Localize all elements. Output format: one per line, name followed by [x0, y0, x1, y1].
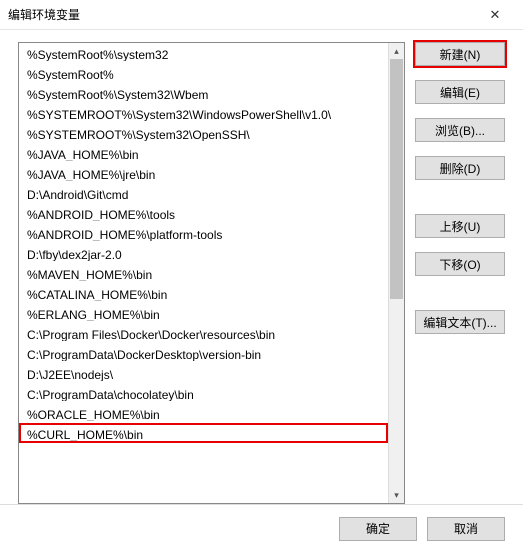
scroll-thumb[interactable]: [390, 59, 403, 299]
delete-button[interactable]: 删除(D): [415, 156, 505, 180]
move-down-button[interactable]: 下移(O): [415, 252, 505, 276]
ok-button[interactable]: 确定: [339, 517, 417, 541]
list-item[interactable]: D:\Android\Git\cmd: [19, 183, 388, 203]
close-button[interactable]: ✕: [475, 0, 515, 29]
list-item[interactable]: D:\fby\dex2jar-2.0: [19, 243, 388, 263]
titlebar: 编辑环境变量 ✕: [0, 0, 523, 30]
list-item[interactable]: %CATALINA_HOME%\bin: [19, 283, 388, 303]
close-icon: ✕: [490, 7, 501, 23]
list-item[interactable]: C:\Program Files\Docker\Docker\resources…: [19, 323, 388, 343]
list-item[interactable]: %JAVA_HOME%\bin: [19, 143, 388, 163]
browse-button[interactable]: 浏览(B)...: [415, 118, 505, 142]
edit-text-button[interactable]: 编辑文本(T)...: [415, 310, 505, 334]
content-area: %SystemRoot%\system32%SystemRoot%%System…: [0, 30, 523, 504]
window-title: 编辑环境变量: [8, 6, 475, 23]
list-item[interactable]: %ORACLE_HOME%\bin: [19, 403, 388, 423]
list-item[interactable]: %SYSTEMROOT%\System32\OpenSSH\: [19, 123, 388, 143]
list-item[interactable]: %ANDROID_HOME%\platform-tools: [19, 223, 388, 243]
list-item[interactable]: %ERLANG_HOME%\bin: [19, 303, 388, 323]
list-item[interactable]: C:\ProgramData\DockerDesktop\version-bin: [19, 343, 388, 363]
scroll-down-arrow[interactable]: ▾: [389, 487, 404, 503]
edit-button[interactable]: 编辑(E): [415, 80, 505, 104]
list-item[interactable]: D:\J2EE\nodejs\: [19, 363, 388, 383]
new-button[interactable]: 新建(N): [415, 42, 505, 66]
list-item[interactable]: %SystemRoot%\System32\Wbem: [19, 83, 388, 103]
buttons-column: 新建(N) 编辑(E) 浏览(B)... 删除(D) 上移(U) 下移(O) 编…: [415, 42, 505, 504]
scroll-up-arrow[interactable]: ▴: [389, 43, 404, 59]
list-item[interactable]: C:\ProgramData\chocolatey\bin: [19, 383, 388, 403]
path-list[interactable]: %SystemRoot%\system32%SystemRoot%%System…: [18, 42, 405, 504]
cancel-button[interactable]: 取消: [427, 517, 505, 541]
list-item[interactable]: %CURL_HOME%\bin: [19, 423, 388, 443]
list-item[interactable]: %ANDROID_HOME%\tools: [19, 203, 388, 223]
scrollbar[interactable]: ▴ ▾: [388, 43, 404, 503]
list-item[interactable]: %JAVA_HOME%\jre\bin: [19, 163, 388, 183]
list-item[interactable]: %SystemRoot%: [19, 63, 388, 83]
list-item[interactable]: %MAVEN_HOME%\bin: [19, 263, 388, 283]
list-item[interactable]: %SYSTEMROOT%\System32\WindowsPowerShell\…: [19, 103, 388, 123]
move-up-button[interactable]: 上移(U): [415, 214, 505, 238]
footer: 确定 取消: [0, 504, 523, 552]
list-item[interactable]: %SystemRoot%\system32: [19, 43, 388, 63]
